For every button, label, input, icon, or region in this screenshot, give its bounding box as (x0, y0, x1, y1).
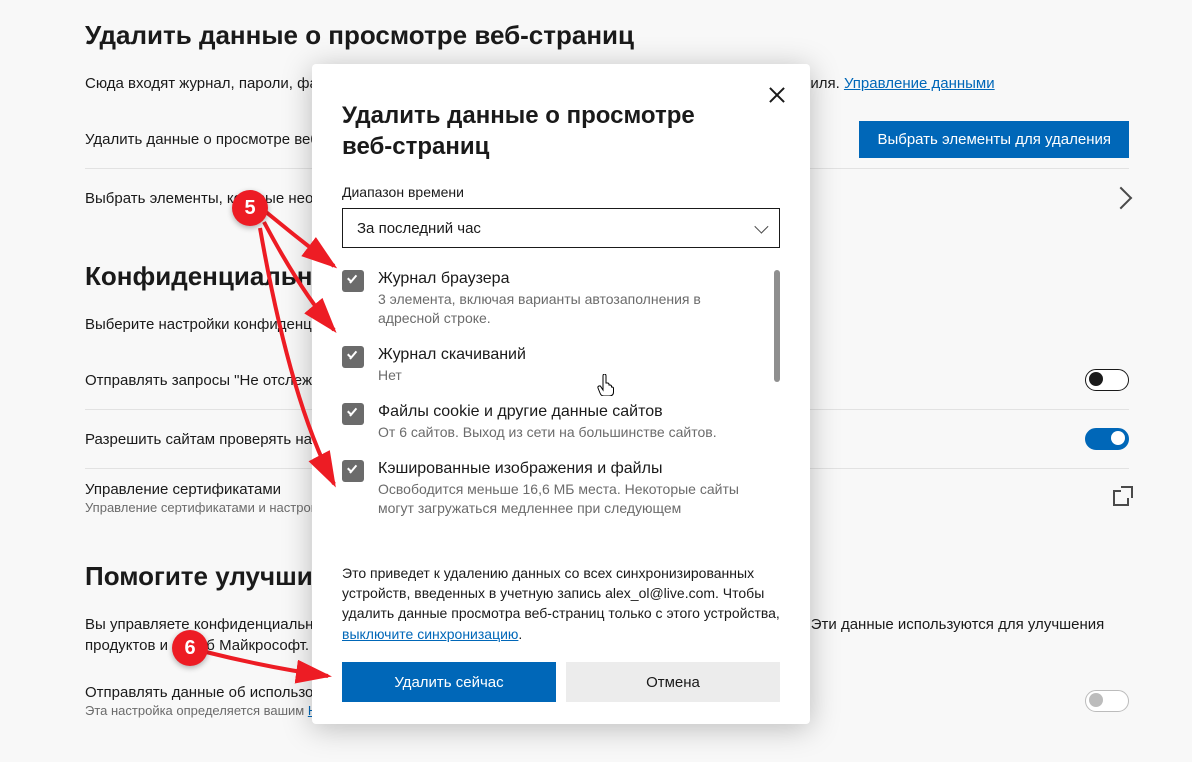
list-item: Файлы cookie и другие данные сайтов От 6… (342, 403, 766, 442)
data-type-list: Журнал браузера 3 элемента, включая вари… (342, 270, 780, 552)
time-range-label: Диапазон времени (342, 184, 780, 200)
annotation-badge-5: 5 (232, 190, 268, 226)
sync-warning: Это приведет к удалению данных со всех с… (342, 563, 780, 644)
clear-now-button[interactable]: Удалить сейчас (342, 662, 556, 702)
chevron-down-icon (754, 220, 768, 234)
turn-off-sync-link[interactable]: выключите синхронизацию (342, 626, 518, 642)
list-item: Кэшированные изображения и файлы Освобод… (342, 460, 766, 518)
dialog-title: Удалить данные о просмотре веб-страниц (342, 100, 780, 162)
list-item: Журнал скачиваний Нет (342, 346, 766, 385)
time-range-select[interactable]: За последний час (342, 208, 780, 248)
checkbox-download-history[interactable] (342, 346, 364, 368)
annotation-badge-6: 6 (172, 630, 208, 666)
cancel-button[interactable]: Отмена (566, 662, 780, 702)
close-icon[interactable] (766, 84, 788, 106)
dialog-actions: Удалить сейчас Отмена (342, 662, 780, 702)
checkbox-cookies[interactable] (342, 403, 364, 425)
checkbox-cached-images[interactable] (342, 460, 364, 482)
clear-data-dialog: Удалить данные о просмотре веб-страниц Д… (312, 64, 810, 724)
checkbox-browsing-history[interactable] (342, 270, 364, 292)
scrollbar[interactable] (774, 270, 780, 382)
list-item: Журнал браузера 3 элемента, включая вари… (342, 270, 766, 328)
